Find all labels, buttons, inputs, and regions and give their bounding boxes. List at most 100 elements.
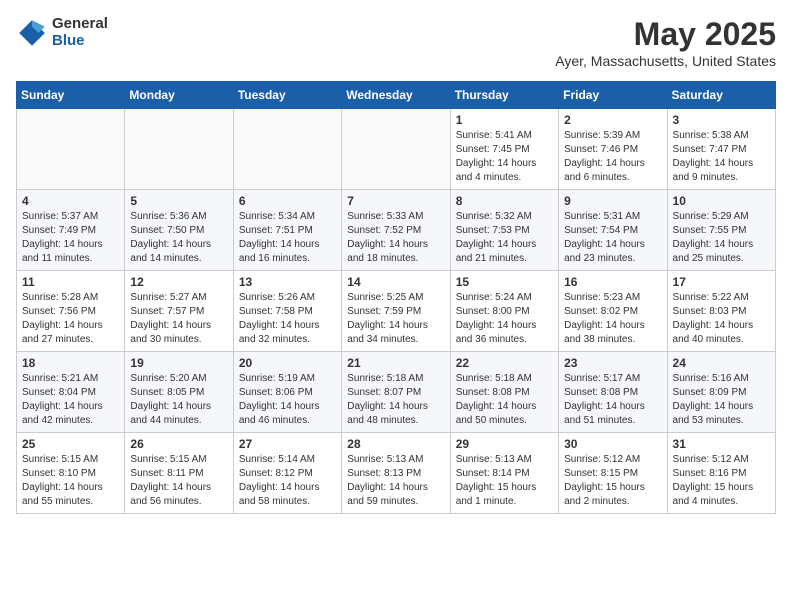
day-info: Sunrise: 5:34 AM Sunset: 7:51 PM Dayligh… bbox=[239, 210, 336, 266]
day-number: 12 bbox=[130, 275, 227, 289]
day-info: Sunrise: 5:21 AM Sunset: 8:04 PM Dayligh… bbox=[22, 372, 119, 428]
calendar-week-row: 25 Sunrise: 5:15 AM Sunset: 8:10 PM Dayli… bbox=[17, 433, 776, 514]
day-info: Sunrise: 5:27 AM Sunset: 7:57 PM Dayligh… bbox=[130, 291, 227, 347]
day-of-week-header: Saturday bbox=[667, 82, 775, 109]
day-info: Sunrise: 5:15 AM Sunset: 8:10 PM Dayligh… bbox=[22, 453, 119, 509]
calendar-cell: 1Sunrise: 5:41 AM Sunset: 7:45 PM Daylig… bbox=[450, 109, 558, 190]
location-text: Ayer, Massachusetts, United States bbox=[555, 53, 776, 69]
logo-general-text: General bbox=[52, 16, 108, 33]
calendar-cell: 12 Sunrise: 5:27 AM Sunset: 7:57 PM Dayli… bbox=[125, 271, 233, 352]
calendar-cell: 2 Sunrise: 5:39 AM Sunset: 7:46 PM Daylig… bbox=[559, 109, 667, 190]
calendar-cell: 21Sunrise: 5:18 AM Sunset: 8:07 PM Dayli… bbox=[342, 352, 450, 433]
day-info: Sunrise: 5:14 AM Sunset: 8:12 PM Dayligh… bbox=[239, 453, 336, 509]
day-of-week-header: Thursday bbox=[450, 82, 558, 109]
day-number: 5 bbox=[130, 194, 227, 208]
day-of-week-header: Wednesday bbox=[342, 82, 450, 109]
day-of-week-header: Sunday bbox=[17, 82, 125, 109]
day-number: 15 bbox=[456, 275, 553, 289]
calendar-cell: 31 Sunrise: 5:12 AM Sunset: 8:16 PM Dayli… bbox=[667, 433, 775, 514]
calendar-cell: 19 Sunrise: 5:20 AM Sunset: 8:05 PM Dayli… bbox=[125, 352, 233, 433]
calendar-cell: 27 Sunrise: 5:14 AM Sunset: 8:12 PM Dayli… bbox=[233, 433, 341, 514]
day-of-week-header: Friday bbox=[559, 82, 667, 109]
calendar-cell bbox=[342, 109, 450, 190]
day-info: Sunrise: 5:18 AM Sunset: 8:07 PM Dayligh… bbox=[347, 372, 444, 428]
day-of-week-header: Monday bbox=[125, 82, 233, 109]
day-number: 29 bbox=[456, 437, 553, 451]
day-info: Sunrise: 5:39 AM Sunset: 7:46 PM Dayligh… bbox=[564, 129, 661, 185]
day-number: 4 bbox=[22, 194, 119, 208]
day-number: 10 bbox=[673, 194, 770, 208]
day-number: 28 bbox=[347, 437, 444, 451]
calendar-cell: 24 Sunrise: 5:16 AM Sunset: 8:09 PM Dayli… bbox=[667, 352, 775, 433]
day-info: Sunrise: 5:13 AM Sunset: 8:14 PM Dayligh… bbox=[456, 453, 553, 509]
day-number: 7 bbox=[347, 194, 444, 208]
day-info: Sunrise: 5:36 AM Sunset: 7:50 PM Dayligh… bbox=[130, 210, 227, 266]
day-info: Sunrise: 5:19 AM Sunset: 8:06 PM Dayligh… bbox=[239, 372, 336, 428]
day-info: Sunrise: 5:38 AM Sunset: 7:47 PM Dayligh… bbox=[673, 129, 770, 185]
calendar-cell: 4 Sunrise: 5:37 AM Sunset: 7:49 PM Daylig… bbox=[17, 190, 125, 271]
calendar-week-row: 18 Sunrise: 5:21 AM Sunset: 8:04 PM Dayli… bbox=[17, 352, 776, 433]
day-info: Sunrise: 5:32 AM Sunset: 7:53 PM Dayligh… bbox=[456, 210, 553, 266]
calendar-week-row: 1Sunrise: 5:41 AM Sunset: 7:45 PM Daylig… bbox=[17, 109, 776, 190]
day-number: 20 bbox=[239, 356, 336, 370]
logo: General Blue bbox=[16, 16, 108, 49]
day-info: Sunrise: 5:37 AM Sunset: 7:49 PM Dayligh… bbox=[22, 210, 119, 266]
day-info: Sunrise: 5:26 AM Sunset: 7:58 PM Dayligh… bbox=[239, 291, 336, 347]
day-info: Sunrise: 5:15 AM Sunset: 8:11 PM Dayligh… bbox=[130, 453, 227, 509]
day-info: Sunrise: 5:29 AM Sunset: 7:55 PM Dayligh… bbox=[673, 210, 770, 266]
calendar-cell: 22Sunrise: 5:18 AM Sunset: 8:08 PM Dayli… bbox=[450, 352, 558, 433]
day-info: Sunrise: 5:31 AM Sunset: 7:54 PM Dayligh… bbox=[564, 210, 661, 266]
day-number: 3 bbox=[673, 113, 770, 127]
calendar-cell: 8Sunrise: 5:32 AM Sunset: 7:53 PM Daylig… bbox=[450, 190, 558, 271]
calendar-cell bbox=[17, 109, 125, 190]
calendar-week-row: 4 Sunrise: 5:37 AM Sunset: 7:49 PM Daylig… bbox=[17, 190, 776, 271]
logo-blue-text: Blue bbox=[52, 33, 108, 50]
title-block: May 2025 Ayer, Massachusetts, United Sta… bbox=[555, 16, 776, 69]
day-number: 18 bbox=[22, 356, 119, 370]
day-number: 27 bbox=[239, 437, 336, 451]
calendar-cell: 20 Sunrise: 5:19 AM Sunset: 8:06 PM Dayli… bbox=[233, 352, 341, 433]
month-title: May 2025 bbox=[555, 16, 776, 53]
calendar-cell: 18 Sunrise: 5:21 AM Sunset: 8:04 PM Dayli… bbox=[17, 352, 125, 433]
calendar-cell: 9Sunrise: 5:31 AM Sunset: 7:54 PM Daylig… bbox=[559, 190, 667, 271]
logo-text: General Blue bbox=[52, 16, 108, 49]
day-number: 31 bbox=[673, 437, 770, 451]
calendar-cell: 3 Sunrise: 5:38 AM Sunset: 7:47 PM Daylig… bbox=[667, 109, 775, 190]
calendar-cell: 30Sunrise: 5:12 AM Sunset: 8:15 PM Dayli… bbox=[559, 433, 667, 514]
day-info: Sunrise: 5:12 AM Sunset: 8:16 PM Dayligh… bbox=[673, 453, 770, 509]
day-number: 17 bbox=[673, 275, 770, 289]
calendar-week-row: 11Sunrise: 5:28 AM Sunset: 7:56 PM Dayli… bbox=[17, 271, 776, 352]
calendar-cell: 6 Sunrise: 5:34 AM Sunset: 7:51 PM Daylig… bbox=[233, 190, 341, 271]
calendar-cell: 11Sunrise: 5:28 AM Sunset: 7:56 PM Dayli… bbox=[17, 271, 125, 352]
day-info: Sunrise: 5:22 AM Sunset: 8:03 PM Dayligh… bbox=[673, 291, 770, 347]
day-number: 24 bbox=[673, 356, 770, 370]
day-number: 25 bbox=[22, 437, 119, 451]
day-info: Sunrise: 5:18 AM Sunset: 8:08 PM Dayligh… bbox=[456, 372, 553, 428]
day-number: 19 bbox=[130, 356, 227, 370]
calendar-cell: 14Sunrise: 5:25 AM Sunset: 7:59 PM Dayli… bbox=[342, 271, 450, 352]
day-info: Sunrise: 5:28 AM Sunset: 7:56 PM Dayligh… bbox=[22, 291, 119, 347]
calendar-cell: 28Sunrise: 5:13 AM Sunset: 8:13 PM Dayli… bbox=[342, 433, 450, 514]
calendar-cell: 17 Sunrise: 5:22 AM Sunset: 8:03 PM Dayli… bbox=[667, 271, 775, 352]
calendar-cell: 23 Sunrise: 5:17 AM Sunset: 8:08 PM Dayli… bbox=[559, 352, 667, 433]
day-number: 16 bbox=[564, 275, 661, 289]
calendar-cell: 25 Sunrise: 5:15 AM Sunset: 8:10 PM Dayli… bbox=[17, 433, 125, 514]
calendar-cell: 13Sunrise: 5:26 AM Sunset: 7:58 PM Dayli… bbox=[233, 271, 341, 352]
calendar-table: SundayMondayTuesdayWednesdayThursdayFrid… bbox=[16, 81, 776, 514]
day-info: Sunrise: 5:17 AM Sunset: 8:08 PM Dayligh… bbox=[564, 372, 661, 428]
calendar-cell: 15 Sunrise: 5:24 AM Sunset: 8:00 PM Dayli… bbox=[450, 271, 558, 352]
calendar-header-row: SundayMondayTuesdayWednesdayThursdayFrid… bbox=[17, 82, 776, 109]
day-number: 2 bbox=[564, 113, 661, 127]
calendar-cell: 16Sunrise: 5:23 AM Sunset: 8:02 PM Dayli… bbox=[559, 271, 667, 352]
calendar-cell: 7Sunrise: 5:33 AM Sunset: 7:52 PM Daylig… bbox=[342, 190, 450, 271]
day-info: Sunrise: 5:24 AM Sunset: 8:00 PM Dayligh… bbox=[456, 291, 553, 347]
day-info: Sunrise: 5:16 AM Sunset: 8:09 PM Dayligh… bbox=[673, 372, 770, 428]
day-number: 1 bbox=[456, 113, 553, 127]
day-number: 6 bbox=[239, 194, 336, 208]
day-number: 23 bbox=[564, 356, 661, 370]
day-info: Sunrise: 5:20 AM Sunset: 8:05 PM Dayligh… bbox=[130, 372, 227, 428]
page-header: General Blue May 2025 Ayer, Massachusett… bbox=[16, 16, 776, 69]
calendar-cell: 10 Sunrise: 5:29 AM Sunset: 7:55 PM Dayli… bbox=[667, 190, 775, 271]
calendar-cell: 5 Sunrise: 5:36 AM Sunset: 7:50 PM Daylig… bbox=[125, 190, 233, 271]
day-of-week-header: Tuesday bbox=[233, 82, 341, 109]
